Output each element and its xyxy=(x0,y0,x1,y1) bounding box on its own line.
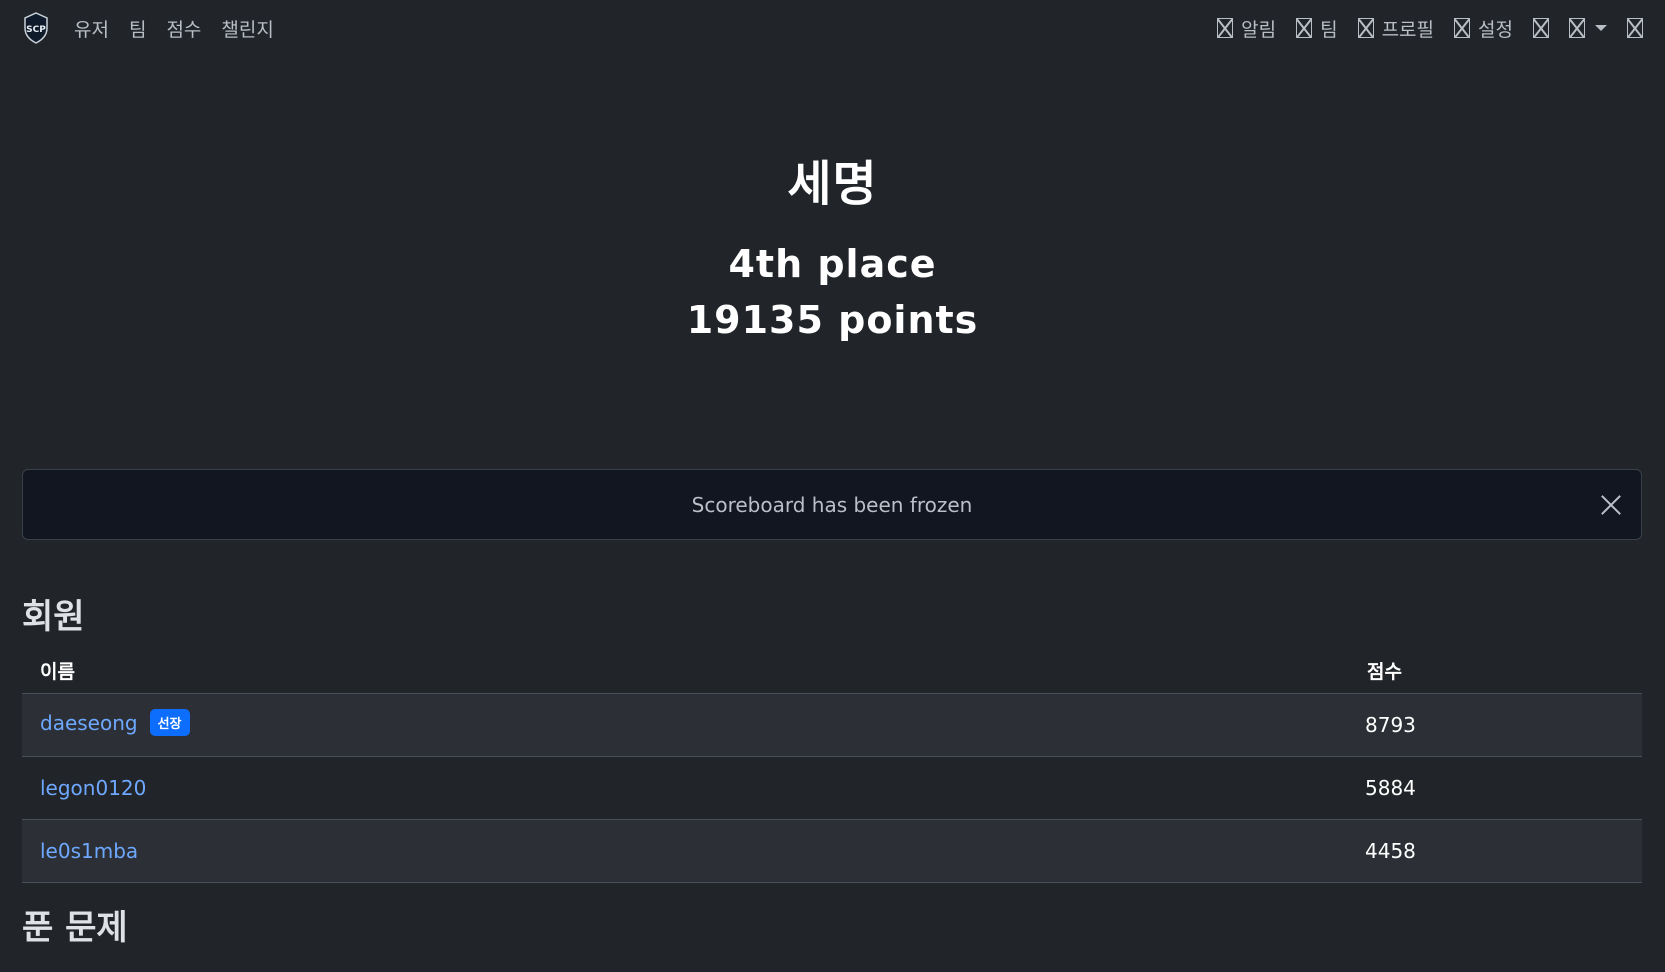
table-row: daeseong 선장 8793 xyxy=(22,693,1642,757)
close-icon[interactable] xyxy=(1599,493,1623,517)
nav-profile[interactable]: 프로필 xyxy=(1357,15,1435,42)
nav-secondary: 알림 팀 프로필 설정 xyxy=(1217,15,1643,42)
member-name-cell: daeseong 선장 xyxy=(22,693,1355,757)
nav-notifications[interactable]: 알림 xyxy=(1217,15,1276,42)
nav-logout[interactable] xyxy=(1627,18,1643,38)
logout-icon xyxy=(1627,18,1643,38)
nav-team-label: 팀 xyxy=(1320,18,1338,41)
team-icon xyxy=(1296,18,1313,38)
member-link[interactable]: legon0120 xyxy=(40,776,146,800)
scoreboard-frozen-alert: Scoreboard has been frozen xyxy=(22,469,1642,540)
members-heading: 회원 xyxy=(22,597,85,637)
settings-icon xyxy=(1454,18,1471,38)
nav-settings[interactable]: 설정 xyxy=(1454,15,1513,42)
language-dropdown[interactable] xyxy=(1569,18,1607,38)
language-icon xyxy=(1569,18,1585,38)
team-header: 세명 4th place 19135 points xyxy=(0,56,1665,342)
table-row: legon0120 5884 xyxy=(22,756,1642,820)
logo-icon[interactable]: SCP xyxy=(22,12,50,44)
captain-badge: 선장 xyxy=(149,709,190,736)
profile-icon xyxy=(1357,18,1374,38)
nav-challenges[interactable]: 챌린지 xyxy=(221,15,273,42)
members-table: 이름 점수 daeseong 선장 8793 legon0120 5884 le0… xyxy=(22,648,1642,883)
table-row: le0s1mba 4458 xyxy=(22,819,1642,883)
team-name: 세명 xyxy=(787,156,878,212)
logo-text: SCP xyxy=(26,25,46,35)
nav-scoreboard[interactable]: 점수 xyxy=(166,15,201,42)
nav-primary: 유저 팀 점수 챌린지 xyxy=(74,15,274,42)
bell-icon xyxy=(1217,18,1234,38)
member-score: 4458 xyxy=(1355,819,1642,883)
member-name-cell: le0s1mba xyxy=(22,819,1355,883)
column-header-name: 이름 xyxy=(22,648,1355,694)
nav-notifications-label: 알림 xyxy=(1241,18,1277,41)
member-link[interactable]: le0s1mba xyxy=(40,839,138,863)
team-place: 4th place xyxy=(728,242,937,286)
solves-heading: 푼 문제 xyxy=(22,908,128,948)
member-score: 8793 xyxy=(1355,693,1642,757)
members-table-header: 이름 점수 xyxy=(22,648,1642,694)
nav-team[interactable]: 팀 xyxy=(1296,15,1338,42)
alert-message: Scoreboard has been frozen xyxy=(691,492,973,517)
theme-icon xyxy=(1533,18,1549,38)
nav-users[interactable]: 유저 xyxy=(74,15,109,42)
nav-teams[interactable]: 팀 xyxy=(129,15,146,42)
member-name-cell: legon0120 xyxy=(22,756,1355,820)
column-header-score: 점수 xyxy=(1355,648,1642,694)
nav-profile-label: 프로필 xyxy=(1381,18,1435,41)
nav-extra[interactable] xyxy=(1533,18,1549,38)
nav-settings-label: 설정 xyxy=(1478,18,1513,41)
shield-logo-icon: SCP xyxy=(24,12,48,44)
navbar: SCP 유저 팀 점수 챌린지 알림 팀 프로필 설정 xyxy=(0,0,1665,56)
member-link[interactable]: daeseong xyxy=(40,711,138,735)
chevron-down-icon xyxy=(1595,25,1607,31)
member-score: 5884 xyxy=(1355,756,1642,820)
team-points: 19135 points xyxy=(686,298,979,342)
